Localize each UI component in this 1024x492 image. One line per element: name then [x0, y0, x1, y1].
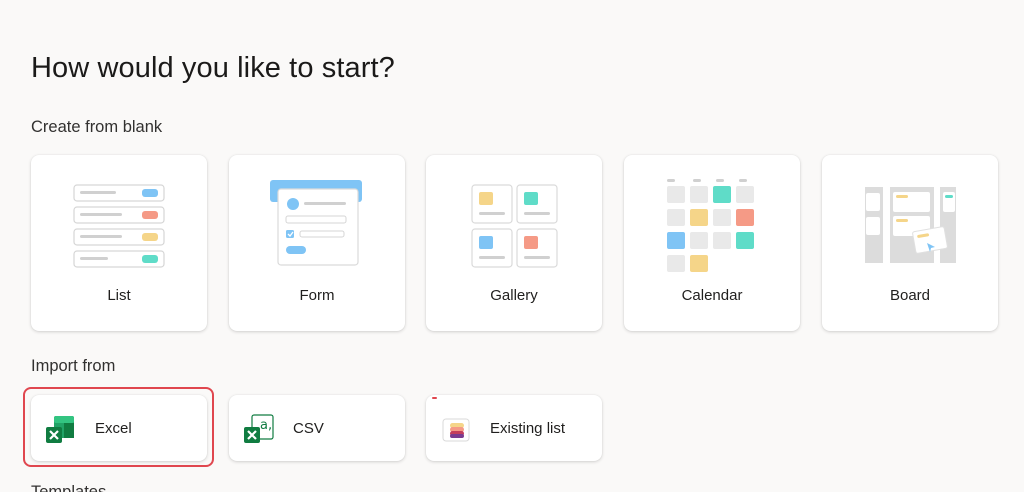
svg-text:a,: a,	[260, 418, 272, 433]
form-icon	[270, 180, 362, 266]
excel-import-card[interactable]: Excel	[31, 395, 207, 461]
list-option-label: List	[107, 287, 131, 304]
csv-icon: a,	[244, 414, 274, 443]
section-create-from-blank: Create from blank	[31, 118, 163, 136]
calendar-icon	[667, 179, 754, 272]
indicator-dot	[432, 397, 437, 399]
page-title: How would you like to start?	[31, 52, 395, 84]
list-option-card[interactable]: List	[31, 155, 207, 331]
existing-list-import-card[interactable]: Existing list	[426, 395, 602, 461]
excel-import-label: Excel	[95, 420, 132, 437]
section-import-from: Import from	[31, 357, 116, 375]
csv-import-card[interactable]: a, CSV	[229, 395, 405, 461]
board-option-label: Board	[889, 287, 931, 304]
excel-icon	[46, 416, 74, 443]
gallery-option-label: Gallery	[490, 287, 538, 304]
gallery-icon	[471, 184, 558, 268]
board-icon	[865, 187, 956, 263]
form-option-label: Form	[299, 287, 335, 304]
existing-list-import-label: Existing list	[490, 420, 566, 437]
list-icon	[73, 184, 165, 268]
calendar-option-label: Calendar	[681, 287, 743, 304]
form-option-card[interactable]: Form	[229, 155, 405, 331]
existing-list-icon	[442, 418, 470, 442]
section-templates: Templates	[31, 483, 107, 492]
csv-import-label: CSV	[293, 420, 324, 437]
gallery-option-card[interactable]: Gallery	[426, 155, 602, 331]
calendar-option-card[interactable]: Calendar	[624, 155, 800, 331]
board-option-card[interactable]: Board	[822, 155, 998, 331]
